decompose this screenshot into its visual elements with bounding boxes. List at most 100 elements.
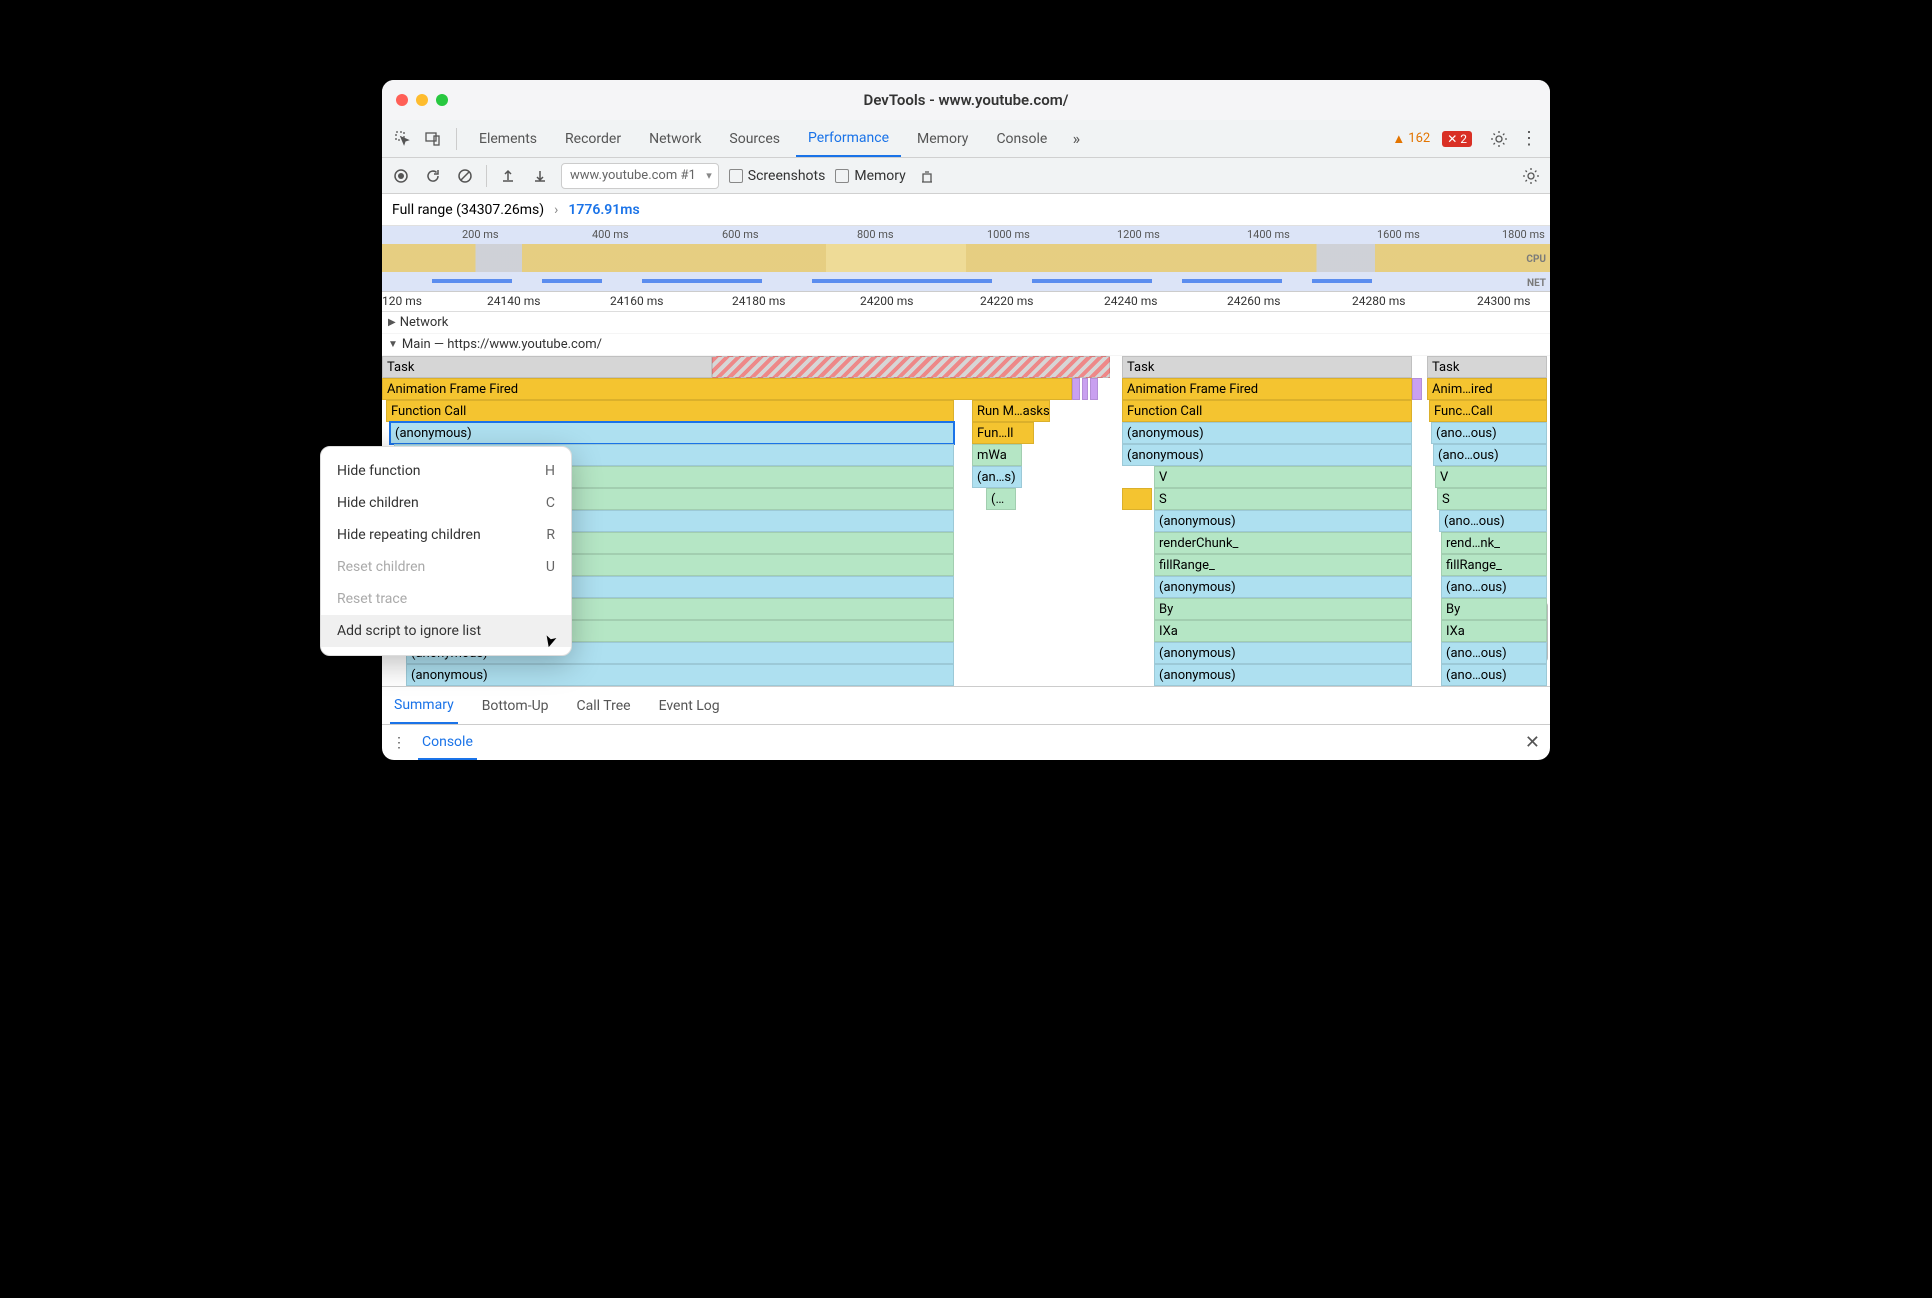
tab-event-log[interactable]: Event Log [655,687,724,724]
flame-bar[interactable]: (ano…ous) [1433,444,1547,466]
drawer: ⋮ Console ✕ [382,724,1550,760]
kebab-menu-icon[interactable]: ⋮ [1516,126,1542,152]
errors-badge[interactable]: ✕2 [1442,131,1472,147]
context-menu-item[interactable]: Hide childrenC [382,487,571,519]
flame-bar[interactable]: Animation Frame Fired [1122,378,1412,400]
flame-bar[interactable]: fillRange_ [1441,554,1547,576]
flame-bar[interactable]: S [1437,488,1547,510]
device-toolbar-icon[interactable] [420,126,446,152]
flame-bar[interactable]: fillRange_ [1154,554,1412,576]
flame-bar[interactable]: (ano…ous) [1431,422,1547,444]
clear-button[interactable] [454,165,476,187]
flame-bar[interactable]: V [1154,466,1412,488]
screenshots-checkbox[interactable]: Screenshots [729,168,826,184]
memory-checkbox[interactable]: Memory [835,168,905,184]
flame-bar[interactable]: By [1154,598,1412,620]
warnings-badge[interactable]: ▲162 [1392,131,1430,147]
settings-icon[interactable] [1486,126,1512,152]
tab-memory[interactable]: Memory [905,120,980,157]
capture-settings-icon[interactable] [1520,165,1542,187]
flame-bar[interactable] [1412,378,1422,400]
flame-bar[interactable]: Func…Call [1429,400,1547,422]
flame-bar[interactable]: (ano…ous) [1441,576,1547,598]
flame-bar[interactable]: (anonymous) [1154,664,1412,686]
timeline-overview[interactable]: 200 ms 400 ms 600 ms 800 ms 1000 ms 1200… [382,226,1550,292]
close-drawer-icon[interactable]: ✕ [1525,732,1540,753]
task-bar[interactable]: Task [382,356,712,378]
garbage-collect-icon[interactable] [916,165,938,187]
net-label: NET [1527,278,1546,289]
cpu-label: CPU [1526,254,1546,265]
flame-bar[interactable]: (anonymous) [1122,422,1412,444]
context-menu-item[interactable]: Hide functionH [382,455,571,487]
cpu-overview [382,244,1550,272]
flame-bar[interactable]: renderChunk_ [1154,532,1412,554]
upload-button[interactable] [497,165,519,187]
download-button[interactable] [529,165,551,187]
flame-bar[interactable] [1122,488,1152,510]
flame-bar[interactable] [1082,378,1088,400]
flame-bar[interactable]: (anonymous) [1154,576,1412,598]
flame-bar[interactable] [1072,378,1080,400]
more-tabs-icon[interactable]: » [1063,126,1089,152]
tab-elements[interactable]: Elements [467,120,549,157]
flame-bar[interactable]: Anim…ired [1427,378,1547,400]
flame-bar[interactable]: (ano…ous) [1439,510,1547,532]
recording-select[interactable]: www.youtube.com #1 [561,163,719,189]
task-bar[interactable]: Task [1427,356,1547,378]
record-button[interactable] [390,165,412,187]
tab-call-tree[interactable]: Call Tree [573,687,635,724]
panel-tabbar: Elements Recorder Network Sources Perfor… [382,120,1550,158]
reload-button[interactable] [422,165,444,187]
flame-bar[interactable]: IXa [1441,620,1547,642]
flame-bar[interactable]: (ano…ous) [1441,642,1547,664]
flame-bar[interactable]: (anonymous) [1154,642,1412,664]
tab-bottom-up[interactable]: Bottom-Up [478,687,553,724]
drawer-tab-console[interactable]: Console [418,726,477,760]
network-track-header[interactable]: ▶Network [382,312,1550,334]
flame-bar[interactable]: (… [986,488,1016,510]
maximize-window-button[interactable] [436,94,448,106]
tab-network[interactable]: Network [637,120,713,157]
flame-bar[interactable]: IXa [1154,620,1412,642]
minimize-window-button[interactable] [416,94,428,106]
current-range-label[interactable]: 1776.91ms [568,202,639,218]
flame-bar[interactable]: Function Call [1122,400,1412,422]
flame-bar[interactable]: Function Call [386,400,954,422]
flame-bar[interactable]: (anonymous) [1122,444,1412,466]
flame-bar[interactable]: Animation Frame Fired [382,378,1072,400]
flame-bar[interactable]: (an…s) [972,466,1022,488]
flame-bar[interactable]: mWa [972,444,1022,466]
tab-performance[interactable]: Performance [796,120,901,157]
close-window-button[interactable] [396,94,408,106]
main-track-header[interactable]: ▼Main — https://www.youtube.com/ [382,334,1550,356]
flame-bar[interactable]: rend…nk_ [1441,532,1547,554]
flame-ruler[interactable]: 120 ms 24140 ms 24160 ms 24180 ms 24200 … [382,292,1550,312]
flame-bar[interactable]: Run M…asks [972,400,1050,422]
drawer-menu-icon[interactable]: ⋮ [392,735,406,751]
flame-bar[interactable]: (anonymous) [406,664,954,686]
task-bar[interactable]: Task [1122,356,1412,378]
context-menu-item[interactable]: Hide repeating childrenR [382,519,571,551]
tab-console[interactable]: Console [984,120,1059,157]
tab-sources[interactable]: Sources [717,120,792,157]
tab-summary[interactable]: Summary [390,687,458,724]
flame-bar[interactable]: V [1435,466,1547,488]
divider [486,165,487,187]
long-task-bar[interactable] [712,356,1110,378]
flame-bar[interactable]: (ano…ous) [1441,664,1547,686]
net-overview [382,279,1550,285]
flame-bar[interactable]: By [1441,598,1547,620]
context-menu-item: Reset trace [382,583,571,615]
flame-bar[interactable] [1090,378,1098,400]
window-title: DevTools - www.youtube.com/ [864,91,1069,109]
warnings-count: 162 [1408,131,1430,146]
flame-bar[interactable]: (anonymous) [1154,510,1412,532]
flame-bar[interactable]: (anonymous) [390,422,954,444]
flame-bar[interactable]: S [1154,488,1412,510]
inspect-icon[interactable] [390,126,416,152]
devtools-window: DevTools - www.youtube.com/ Elements Rec… [382,80,1550,760]
tab-recorder[interactable]: Recorder [553,120,633,157]
flame-bar[interactable]: Fun…ll [972,422,1034,444]
full-range-label[interactable]: Full range (34307.26ms) [392,202,544,218]
